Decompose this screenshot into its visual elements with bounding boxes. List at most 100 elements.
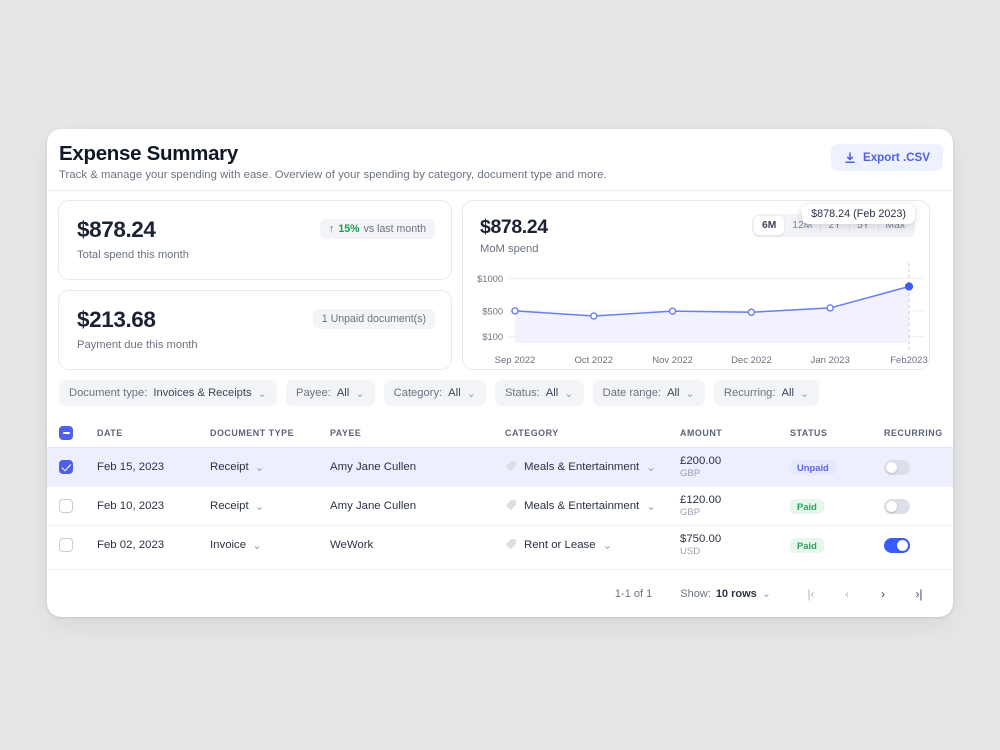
- svg-text:Sep 2022: Sep 2022: [495, 355, 536, 366]
- recurring-toggle[interactable]: [884, 537, 910, 553]
- cell-recurring: [884, 498, 941, 514]
- column-header-category: CATEGORY: [505, 428, 559, 438]
- status-badge: Paid: [790, 537, 824, 553]
- recurring-toggle[interactable]: [884, 498, 910, 514]
- unpaid-documents-badge: 1 Unpaid document(s): [312, 309, 435, 329]
- filter-status-value: All: [545, 387, 559, 399]
- chevron-down-icon: ⌄: [252, 540, 262, 552]
- cell-date: Feb 02, 2023: [97, 539, 165, 551]
- pagination-nav: |‹ ‹ › ›|: [793, 579, 937, 609]
- cell-amount: £120.00 GBP: [680, 493, 790, 519]
- filter-recurring-label: Recurring:: [723, 387, 776, 399]
- expenses-table: DATE DOCUMENT TYPE PAYEE CATEGORY AMOUNT…: [47, 419, 953, 564]
- next-page-button[interactable]: ›: [865, 579, 901, 609]
- document-type-value: Invoice: [210, 539, 247, 551]
- svg-text:Jan 2023: Jan 2023: [811, 355, 850, 366]
- status-badge: Paid: [790, 498, 824, 514]
- cell-date: Feb 10, 2023: [97, 500, 165, 512]
- cell-payee: Amy Jane Cullen: [330, 500, 417, 512]
- table-row[interactable]: Feb 02, 2023 Invoice ⌄ WeWork Rent or Le…: [47, 525, 953, 564]
- column-header-amount: AMOUNT: [680, 428, 723, 438]
- cell-category[interactable]: Rent or Lease ⌄: [505, 538, 680, 553]
- filter-recurring-value: All: [781, 387, 794, 399]
- rows-per-page-selector[interactable]: Show: 10 rows ⌄: [680, 587, 771, 601]
- cell-document-type[interactable]: Invoice ⌄: [210, 538, 330, 552]
- first-page-button[interactable]: |‹: [793, 579, 829, 609]
- stat-card-payment-due: $213.68 Payment due this month 1 Unpaid …: [58, 290, 452, 370]
- svg-text:Nov 2022: Nov 2022: [652, 355, 693, 366]
- payment-due-value: $213.68: [77, 307, 156, 332]
- row-checkbox[interactable]: [59, 460, 73, 474]
- svg-text:$500: $500: [482, 306, 503, 316]
- cell-category[interactable]: Meals & Entertainment ⌄: [505, 460, 680, 475]
- chart-value: $878.24: [480, 216, 548, 238]
- chevron-down-icon: ⌄: [646, 462, 656, 474]
- card-header: Expense Summary Track & manage your spen…: [47, 129, 953, 191]
- filter-document-type[interactable]: Document type: Invoices & Receipts ⌄: [59, 380, 277, 406]
- amount-value: £120.00: [680, 494, 722, 506]
- chart-tooltip: $878.24 (Feb 2023): [802, 204, 915, 224]
- filter-payee-label: Payee:: [295, 387, 331, 399]
- filter-payee-value: All: [336, 387, 350, 399]
- chart-label: MoM spend: [480, 243, 539, 255]
- mom-spend-chart-panel: $878.24 MoM spend 6M 12M 2Y 5Y Max $1000…: [462, 200, 930, 370]
- filter-category-label: Category:: [393, 387, 443, 399]
- cell-amount: $750.00 USD: [680, 532, 790, 558]
- summary-row: $878.24 Total spend this month ↑ 15% vs …: [47, 191, 953, 381]
- total-spend-value: $878.24: [77, 217, 156, 242]
- filter-payee[interactable]: Payee: All ⌄: [285, 380, 375, 406]
- row-checkbox[interactable]: [59, 538, 73, 552]
- page-subtitle: Track & manage your spending with ease. …: [59, 169, 607, 181]
- cell-document-type[interactable]: Receipt ⌄: [210, 460, 330, 474]
- cell-payee: WeWork: [330, 539, 374, 551]
- cell-category[interactable]: Meals & Entertainment ⌄: [505, 499, 680, 514]
- last-page-button[interactable]: ›|: [901, 579, 937, 609]
- status-badge: Unpaid: [790, 459, 836, 475]
- category-value: Meals & Entertainment: [524, 500, 640, 512]
- column-header-date: DATE: [97, 428, 123, 438]
- amount-value: $750.00: [680, 533, 722, 545]
- amount-currency: GBP: [680, 468, 701, 479]
- cell-document-type[interactable]: Receipt ⌄: [210, 499, 330, 513]
- row-checkbox[interactable]: [59, 499, 73, 513]
- filter-category[interactable]: Category: All ⌄: [383, 380, 486, 406]
- chevron-down-icon: ⌄: [257, 387, 267, 400]
- chevron-down-icon: ⌄: [564, 387, 574, 400]
- range-option-6m[interactable]: 6M: [753, 216, 785, 235]
- tag-icon: [505, 460, 517, 475]
- trend-badge: ↑ 15% vs last month: [319, 219, 435, 239]
- select-all-checkbox[interactable]: [59, 426, 73, 440]
- filter-recurring[interactable]: Recurring: All ⌄: [713, 380, 820, 406]
- svg-text:$100: $100: [482, 332, 503, 342]
- cell-amount: £200.00 GBP: [680, 454, 790, 480]
- amount-value: £200.00: [680, 455, 722, 467]
- arrow-up-icon: ↑: [328, 222, 335, 235]
- document-type-value: Receipt: [210, 461, 249, 473]
- download-icon: [844, 151, 856, 164]
- svg-text:Feb2023: Feb2023: [890, 355, 928, 366]
- export-csv-button[interactable]: Export .CSV: [831, 144, 943, 171]
- cell-status: Paid: [790, 498, 884, 514]
- page-title: Expense Summary: [59, 142, 238, 165]
- table-row[interactable]: Feb 10, 2023 Receipt ⌄ Amy Jane Cullen M…: [47, 486, 953, 525]
- column-header-recurring: RECURRING: [884, 428, 943, 438]
- cell-status: Unpaid: [790, 459, 884, 475]
- category-value: Rent or Lease: [524, 539, 596, 551]
- chevron-down-icon: ⌄: [799, 387, 810, 400]
- filter-document-type-label: Document type:: [69, 387, 148, 399]
- filter-status[interactable]: Status: All ⌄: [494, 380, 584, 406]
- rows-per-page-value: 10 rows: [715, 587, 757, 600]
- chevron-down-icon: ⌄: [761, 588, 771, 600]
- tag-icon: [505, 499, 517, 514]
- row-select-cell: [59, 499, 97, 513]
- table-row[interactable]: Feb 15, 2023 Receipt ⌄ Amy Jane Cullen M…: [47, 447, 953, 486]
- filter-date-range[interactable]: Date range: All ⌄: [592, 380, 705, 406]
- filter-date-range-value: All: [667, 387, 680, 399]
- trend-percent: 15%: [338, 223, 360, 235]
- svg-text:Dec 2022: Dec 2022: [731, 355, 772, 366]
- recurring-toggle[interactable]: [884, 459, 910, 475]
- previous-page-button[interactable]: ‹: [829, 579, 865, 609]
- cell-payee: Amy Jane Cullen: [330, 461, 417, 473]
- page-root: Expense Summary Track & manage your spen…: [0, 0, 1000, 750]
- category-value: Meals & Entertainment: [524, 461, 640, 473]
